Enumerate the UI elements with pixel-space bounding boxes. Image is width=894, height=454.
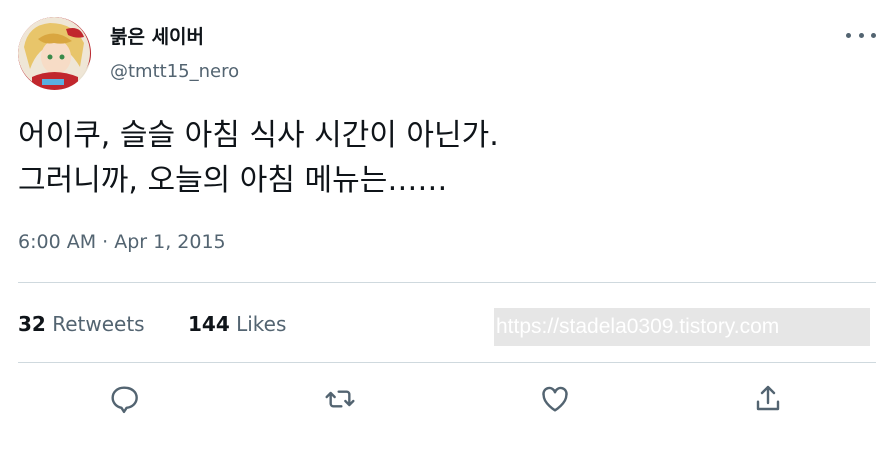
more-horizontal-icon-dot	[858, 32, 864, 38]
watermark: https://stadela0309.tistory.com	[494, 308, 870, 346]
reply-button[interactable]	[106, 381, 142, 417]
author-handle[interactable]: @tmtt15_nero	[110, 60, 239, 84]
share-button[interactable]	[750, 381, 786, 417]
tweet-text-line: 어이쿠, 슬슬 아침 식사 시간이 아닌가.	[18, 118, 499, 153]
retweets-count: 32	[18, 312, 46, 336]
share-icon	[756, 385, 780, 411]
like-button[interactable]	[537, 381, 573, 417]
more-horizontal-icon-dot	[871, 32, 876, 38]
likes-count: 144	[188, 312, 230, 336]
likes-label: Likes	[236, 312, 287, 336]
reply-icon	[111, 386, 138, 413]
avatar[interactable]	[18, 17, 91, 90]
divider	[18, 362, 876, 363]
retweet-button[interactable]	[322, 381, 358, 417]
more-options-button[interactable]	[846, 30, 876, 40]
retweets-stat[interactable]: 32 Retweets	[18, 311, 145, 337]
retweet-icon	[325, 390, 355, 408]
tweet-timestamp[interactable]: 6:00 AM · Apr 1, 2015	[18, 230, 226, 254]
tweet-text: 어이쿠, 슬슬 아침 식사 시간이 아닌가. 그러니까, 오늘의 아침 메뉴는……	[18, 113, 499, 203]
tweet-text-line: 그러니까, 오늘의 아침 메뉴는……	[18, 163, 448, 198]
likes-stat[interactable]: 144 Likes	[188, 311, 286, 337]
heart-icon	[542, 386, 568, 412]
retweets-label: Retweets	[52, 312, 145, 336]
divider	[18, 282, 876, 283]
author-display-name[interactable]: 붉은 세이버	[110, 24, 204, 50]
more-horizontal-icon	[846, 32, 851, 38]
